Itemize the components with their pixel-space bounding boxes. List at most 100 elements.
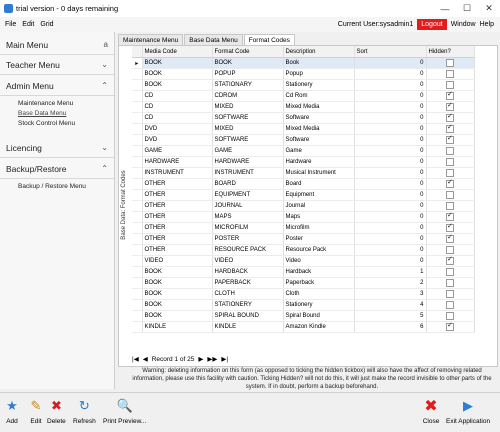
row-indicator[interactable] <box>132 244 143 256</box>
cell-description[interactable]: Spiral Bound <box>283 310 355 322</box>
tab-maintenance-menu[interactable]: Maintenance Menu <box>118 34 184 45</box>
menu-help[interactable]: Help <box>480 21 494 28</box>
cell-sort[interactable]: 0 <box>354 57 427 69</box>
table-row[interactable]: GAME GAME Game 0 <box>132 145 475 157</box>
row-indicator[interactable] <box>132 200 143 212</box>
row-indicator[interactable] <box>132 178 143 190</box>
hidden-checkbox[interactable] <box>446 202 454 210</box>
row-indicator[interactable] <box>132 321 143 333</box>
hidden-checkbox[interactable] <box>446 169 454 177</box>
hidden-checkbox[interactable] <box>446 70 454 78</box>
delete-button[interactable]: ✖ Delete <box>47 397 66 425</box>
cell-description[interactable]: Equipment <box>283 189 355 201</box>
table-row[interactable]: INSTRUMENT INSTRUMENT Musical Instrument 0 <box>132 167 475 179</box>
cell-media-code[interactable]: OTHER <box>142 222 213 234</box>
cell-format-code[interactable]: HARDBACK <box>212 266 284 278</box>
row-indicator[interactable] <box>132 266 143 278</box>
print-preview-button[interactable]: 🔍 Print Preview... <box>103 397 146 425</box>
cell-format-code[interactable]: PAPERBACK <box>212 277 284 289</box>
cell-format-code[interactable]: POSTER <box>212 233 284 245</box>
cell-media-code[interactable]: GAME <box>142 145 213 157</box>
row-indicator[interactable] <box>132 79 143 91</box>
menu-window[interactable]: Window <box>451 21 476 28</box>
add-button[interactable]: ★ Add <box>3 397 21 425</box>
nav-last-button[interactable]: ▶| <box>221 355 228 363</box>
cell-description[interactable]: Software <box>283 112 355 124</box>
cell-media-code[interactable]: OTHER <box>142 200 213 212</box>
row-indicator[interactable] <box>132 134 143 146</box>
cell-description[interactable]: Journal <box>283 200 355 212</box>
cell-sort[interactable]: 0 <box>354 222 427 234</box>
nav-prev-button[interactable]: ◀ <box>143 355 148 363</box>
refresh-button[interactable]: ↻ Refresh <box>73 397 96 425</box>
cell-format-code[interactable]: INSTRUMENT <box>212 167 284 179</box>
sidebar-item-base-data[interactable]: Base Data Menu <box>18 110 66 117</box>
cell-sort[interactable]: 0 <box>354 233 427 245</box>
cell-sort[interactable]: 0 <box>354 244 427 256</box>
cell-media-code[interactable]: BOOK <box>142 277 213 289</box>
close-window-icon[interactable]: ✕ <box>478 0 500 17</box>
sidebar-main-menu[interactable]: Main Menu a <box>0 35 114 55</box>
cell-sort[interactable]: 0 <box>354 156 427 168</box>
sidebar-item-maintenance[interactable]: Maintenance Menu <box>18 100 73 107</box>
cell-sort[interactable]: 0 <box>354 200 427 212</box>
hidden-checkbox[interactable] <box>446 81 454 89</box>
cell-description[interactable]: Paperback <box>283 277 355 289</box>
table-row[interactable]: DVD SOFTWARE Software 0 <box>132 134 475 146</box>
table-row[interactable]: OTHER MICROFILM Microfilm 0 <box>132 222 475 234</box>
hidden-checkbox[interactable] <box>446 301 454 309</box>
cell-description[interactable]: Poster <box>283 233 355 245</box>
row-indicator[interactable] <box>132 277 143 289</box>
cell-format-code[interactable]: JOURNAL <box>212 200 284 212</box>
nav-first-button[interactable]: |◀ <box>132 355 139 363</box>
cell-format-code[interactable]: MAPS <box>212 211 284 223</box>
cell-media-code[interactable]: DVD <box>142 134 213 146</box>
table-row[interactable]: CD SOFTWARE Software 0 <box>132 112 475 124</box>
cell-sort[interactable]: 2 <box>354 277 427 289</box>
cell-description[interactable]: Hardware <box>283 156 355 168</box>
column-header-media-code[interactable]: Media Code <box>142 46 213 58</box>
sidebar-backup-restore[interactable]: Backup/Restore ⌃ <box>0 159 114 179</box>
cell-description[interactable]: Hardback <box>283 266 355 278</box>
table-row[interactable]: OTHER EQUIPMENT Equipment 0 <box>132 189 475 201</box>
menu-file[interactable]: File <box>5 21 16 28</box>
cell-format-code[interactable]: KINDLE <box>212 321 284 333</box>
exit-application-button[interactable]: ▶ Exit Application <box>446 397 490 425</box>
cell-media-code[interactable]: DVD <box>142 123 213 135</box>
cell-sort[interactable]: 0 <box>354 90 427 102</box>
cell-format-code[interactable]: CLOTH <box>212 288 284 300</box>
cell-format-code[interactable]: SOFTWARE <box>212 112 284 124</box>
cell-sort[interactable]: 0 <box>354 112 427 124</box>
cell-format-code[interactable]: GAME <box>212 145 284 157</box>
cell-media-code[interactable]: VIDEO <box>142 255 213 267</box>
edit-button[interactable]: ✎ Edit <box>27 397 45 425</box>
cell-description[interactable]: Mixed Media <box>283 101 355 113</box>
sidebar-item-stock-control[interactable]: Stock Control Menu <box>18 120 75 127</box>
table-row[interactable]: OTHER POSTER Poster 0 <box>132 233 475 245</box>
cell-format-code[interactable]: HARDWARE <box>212 156 284 168</box>
hidden-checkbox[interactable] <box>446 256 454 265</box>
row-indicator[interactable] <box>132 299 143 311</box>
hidden-checkbox[interactable] <box>446 290 454 298</box>
cell-format-code[interactable]: MIXED <box>212 123 284 135</box>
row-indicator[interactable] <box>132 167 143 179</box>
sidebar-admin-menu[interactable]: Admin Menu ⌃ <box>0 76 114 96</box>
cell-sort[interactable]: 0 <box>354 178 427 190</box>
row-indicator[interactable] <box>132 145 143 157</box>
tab-base-data-menu[interactable]: Base Data Menu <box>184 34 243 45</box>
sidebar-item-backup-restore-menu[interactable]: Backup / Restore Menu <box>18 183 86 190</box>
row-indicator[interactable] <box>132 233 143 245</box>
cell-description[interactable]: Maps <box>283 211 355 223</box>
cell-media-code[interactable]: CD <box>142 112 213 124</box>
row-indicator[interactable] <box>132 222 143 234</box>
hidden-checkbox[interactable] <box>446 191 454 199</box>
hidden-checkbox[interactable] <box>446 124 454 133</box>
table-row[interactable]: OTHER MAPS Maps 0 <box>132 211 475 223</box>
table-row[interactable]: BOOK POPUP Popup 0 <box>132 68 475 80</box>
table-row[interactable]: OTHER BOARD Board 0 <box>132 178 475 190</box>
cell-media-code[interactable]: CD <box>142 101 213 113</box>
cell-media-code[interactable]: BOOK <box>142 288 213 300</box>
cell-description[interactable]: Video <box>283 255 355 267</box>
cell-format-code[interactable]: CDROM <box>212 90 284 102</box>
cell-sort[interactable]: 0 <box>354 145 427 157</box>
